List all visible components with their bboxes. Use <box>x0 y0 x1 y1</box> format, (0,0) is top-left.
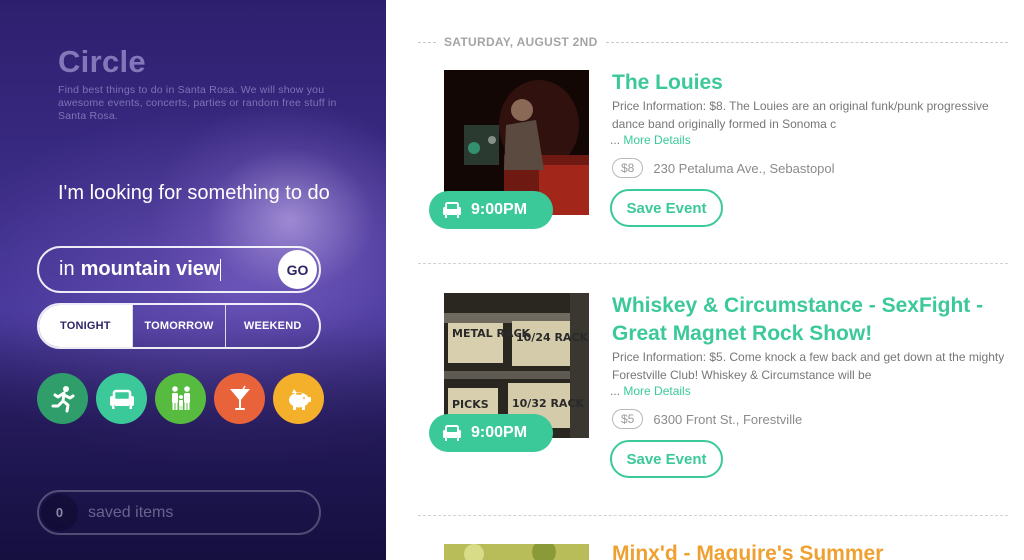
event-time-badge: 9:00PM <box>429 414 553 452</box>
price-address-row: $5 6300 Front St., Forestville <box>612 409 802 429</box>
thumb-text-date1: 10/24 RACK <box>516 331 589 344</box>
thumb-text-picks: PICKS <box>452 398 489 411</box>
filter-tomorrow[interactable]: TOMORROW <box>131 305 226 347</box>
price-badge: $5 <box>612 409 644 429</box>
more-details-link[interactable]: More Details <box>623 384 690 398</box>
text-caret <box>220 258 222 281</box>
event-title[interactable]: The Louies <box>612 69 1007 97</box>
event-divider <box>418 263 1008 264</box>
more-details-row: ... More Details <box>610 133 691 147</box>
date-heading-row: SATURDAY, AUGUST 2ND <box>418 34 1008 50</box>
category-free-button[interactable] <box>273 373 324 424</box>
app-tagline: Find best things to do in Santa Rosa. We… <box>58 84 337 122</box>
category-family-button[interactable] <box>155 373 206 424</box>
event-address: 230 Petaluma Ave., Sebastopol <box>653 160 835 176</box>
event-divider <box>418 515 1008 516</box>
event-time-badge: 9:00PM <box>429 191 553 229</box>
category-buttons <box>37 373 324 424</box>
saved-items-button[interactable]: 0 saved items <box>37 490 321 535</box>
filter-weekend[interactable]: WEEKEND <box>225 305 319 347</box>
saved-count-badge: 0 <box>41 494 78 531</box>
dashed-rule <box>605 41 1008 43</box>
price-badge: $8 <box>612 158 644 178</box>
running-figure-icon <box>51 385 74 412</box>
sofa-icon <box>443 425 461 441</box>
saved-items-label: saved items <box>88 503 174 521</box>
app-logo: Circle <box>58 44 146 79</box>
ellipsis-text: ... <box>610 384 621 398</box>
event-time: 9:00PM <box>471 424 528 441</box>
search-lead-text: I'm looking for something to do <box>58 182 330 204</box>
dashed-rule <box>418 41 436 43</box>
more-details-row: ... More Details <box>610 384 691 398</box>
category-nightlife-button[interactable] <box>214 373 265 424</box>
save-event-button[interactable]: Save Event <box>610 440 723 478</box>
location-input[interactable]: mountain view <box>81 258 220 281</box>
price-address-row: $8 230 Petaluma Ave., Sebastopol <box>612 158 835 178</box>
location-search-field[interactable]: in mountain view GO <box>37 246 321 293</box>
thumb-text-date2: 10/32 RACK <box>512 397 585 410</box>
sofa-icon <box>109 389 134 409</box>
sidebar-panel: Circle Find best things to do in Santa R… <box>0 0 386 560</box>
search-prefix: in <box>59 258 75 280</box>
event-description: Price Information: $8. The Louies are an… <box>612 99 989 131</box>
cocktail-icon <box>229 385 250 410</box>
sofa-icon <box>443 202 461 218</box>
family-icon <box>171 385 190 410</box>
save-event-button[interactable]: Save Event <box>610 189 723 227</box>
category-activity-button[interactable] <box>37 373 88 424</box>
piggy-bank-icon <box>288 388 311 410</box>
ellipsis-text: ... <box>610 133 621 147</box>
event-description: Price Information: $5. Come knock a few … <box>612 350 1005 382</box>
event-title[interactable]: Minx'd - Maguire's Summer <box>612 540 1007 560</box>
event-title[interactable]: Whiskey & Circumstance - SexFight - Grea… <box>612 292 1007 348</box>
go-button[interactable]: GO <box>278 250 317 289</box>
event-address: 6300 Front St., Forestville <box>653 411 803 427</box>
date-heading: SATURDAY, AUGUST 2ND <box>444 35 598 49</box>
event-feed: SATURDAY, AUGUST 2ND 9:00PM The Louies P… <box>386 0 1024 560</box>
category-relax-button[interactable] <box>96 373 147 424</box>
more-details-link[interactable]: More Details <box>623 133 690 147</box>
event-time: 9:00PM <box>471 201 528 218</box>
event-photo-image <box>444 544 589 560</box>
filter-tonight[interactable]: TONIGHT <box>39 305 132 347</box>
time-filter-toggle: TONIGHT TOMORROW WEEKEND <box>37 303 321 349</box>
event-photo[interactable] <box>444 544 589 560</box>
